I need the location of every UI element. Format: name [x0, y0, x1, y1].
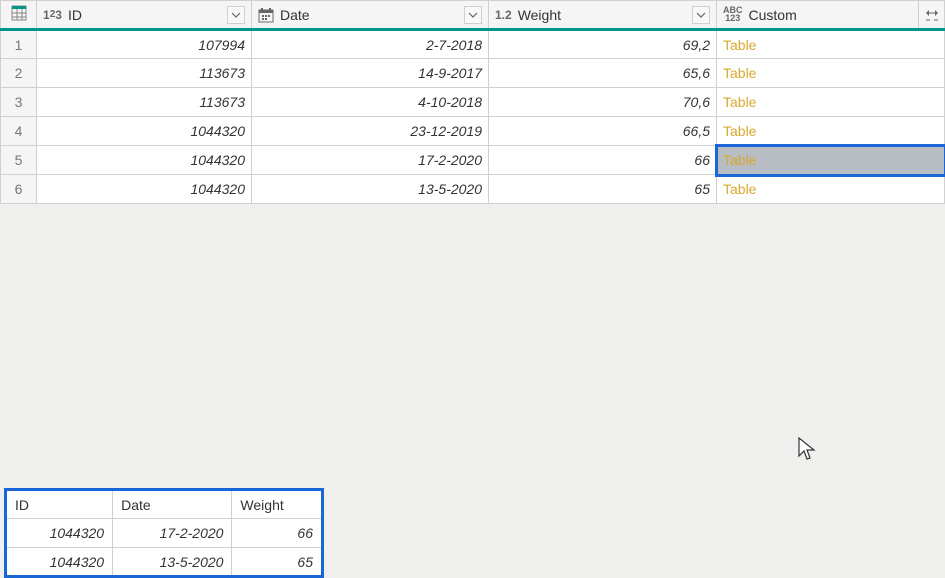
- any-type-icon: ABC123: [723, 7, 743, 22]
- column-label-id: ID: [68, 7, 82, 23]
- detail-header-weight[interactable]: Weight: [232, 490, 323, 519]
- column-label-date: Date: [280, 7, 310, 23]
- cell-custom[interactable]: Table: [717, 146, 945, 175]
- cell-id[interactable]: 113673: [37, 59, 252, 88]
- detail-cell-weight[interactable]: 65: [232, 548, 323, 577]
- row-number-cell[interactable]: 4: [1, 117, 37, 146]
- column-header-weight[interactable]: 1.2 Weight: [489, 1, 717, 30]
- detail-preview-table: ID Date Weight 104432017-2-2020661044320…: [4, 488, 324, 578]
- table-row[interactable]: 211367314-9-201765,6Table: [1, 59, 945, 88]
- row-number-cell[interactable]: 5: [1, 146, 37, 175]
- cell-weight[interactable]: 65: [489, 175, 717, 204]
- table-header-row: 123 ID: [1, 1, 945, 30]
- detail-row[interactable]: 104432017-2-202066: [6, 519, 323, 548]
- cell-id[interactable]: 1044320: [37, 146, 252, 175]
- detail-cell-date[interactable]: 17-2-2020: [113, 519, 232, 548]
- cell-weight[interactable]: 69,2: [489, 30, 717, 59]
- filter-button-id[interactable]: [227, 6, 245, 24]
- decimal-type-icon: 1.2: [495, 8, 512, 22]
- table-row[interactable]: 11079942-7-201869,2Table: [1, 30, 945, 59]
- cell-custom[interactable]: Table: [717, 59, 945, 88]
- table-select-header[interactable]: [1, 1, 37, 30]
- column-header-date[interactable]: Date: [252, 1, 489, 30]
- cell-custom[interactable]: Table: [717, 30, 945, 59]
- cell-weight[interactable]: 65,6: [489, 59, 717, 88]
- cell-date[interactable]: 17-2-2020: [252, 146, 489, 175]
- detail-cell-date[interactable]: 13-5-2020: [113, 548, 232, 577]
- cell-date[interactable]: 2-7-2018: [252, 30, 489, 59]
- cell-id[interactable]: 107994: [37, 30, 252, 59]
- column-header-id[interactable]: 123 ID: [37, 1, 252, 30]
- cell-id[interactable]: 1044320: [37, 117, 252, 146]
- date-type-icon: [258, 7, 274, 23]
- cell-date[interactable]: 23-12-2019: [252, 117, 489, 146]
- cell-id[interactable]: 113673: [37, 88, 252, 117]
- detail-header-row: ID Date Weight: [6, 490, 323, 519]
- cell-custom[interactable]: Table: [717, 175, 945, 204]
- cell-custom[interactable]: Table: [717, 88, 945, 117]
- cell-weight[interactable]: 66,5: [489, 117, 717, 146]
- data-table: 123 ID: [0, 0, 945, 204]
- table-row[interactable]: 31136734-10-201870,6Table: [1, 88, 945, 117]
- table-icon: [11, 5, 27, 21]
- cell-date[interactable]: 14-9-2017: [252, 59, 489, 88]
- detail-header-date[interactable]: Date: [113, 490, 232, 519]
- column-label-weight: Weight: [518, 7, 561, 23]
- detail-header-id[interactable]: ID: [6, 490, 113, 519]
- cell-date[interactable]: 4-10-2018: [252, 88, 489, 117]
- cell-date[interactable]: 13-5-2020: [252, 175, 489, 204]
- table-row[interactable]: 4104432023-12-201966,5Table: [1, 117, 945, 146]
- cell-weight[interactable]: 66: [489, 146, 717, 175]
- detail-cell-weight[interactable]: 66: [232, 519, 323, 548]
- table-row[interactable]: 5104432017-2-202066Table: [1, 146, 945, 175]
- cell-custom[interactable]: Table: [717, 117, 945, 146]
- detail-cell-id[interactable]: 1044320: [6, 548, 113, 577]
- column-label-custom: Custom: [749, 7, 797, 23]
- cell-weight[interactable]: 70,6: [489, 88, 717, 117]
- row-number-cell[interactable]: 1: [1, 30, 37, 59]
- number-type-icon: 123: [43, 8, 62, 22]
- expand-column-button[interactable]: [918, 1, 944, 28]
- row-number-cell[interactable]: 2: [1, 59, 37, 88]
- row-number-cell[interactable]: 6: [1, 175, 37, 204]
- filter-button-weight[interactable]: [692, 6, 710, 24]
- column-header-custom[interactable]: ABC123 Custom: [717, 1, 945, 30]
- filter-button-date[interactable]: [464, 6, 482, 24]
- row-number-cell[interactable]: 3: [1, 88, 37, 117]
- detail-row[interactable]: 104432013-5-202065: [6, 548, 323, 577]
- cell-id[interactable]: 1044320: [37, 175, 252, 204]
- table-row[interactable]: 6104432013-5-202065Table: [1, 175, 945, 204]
- detail-cell-id[interactable]: 1044320: [6, 519, 113, 548]
